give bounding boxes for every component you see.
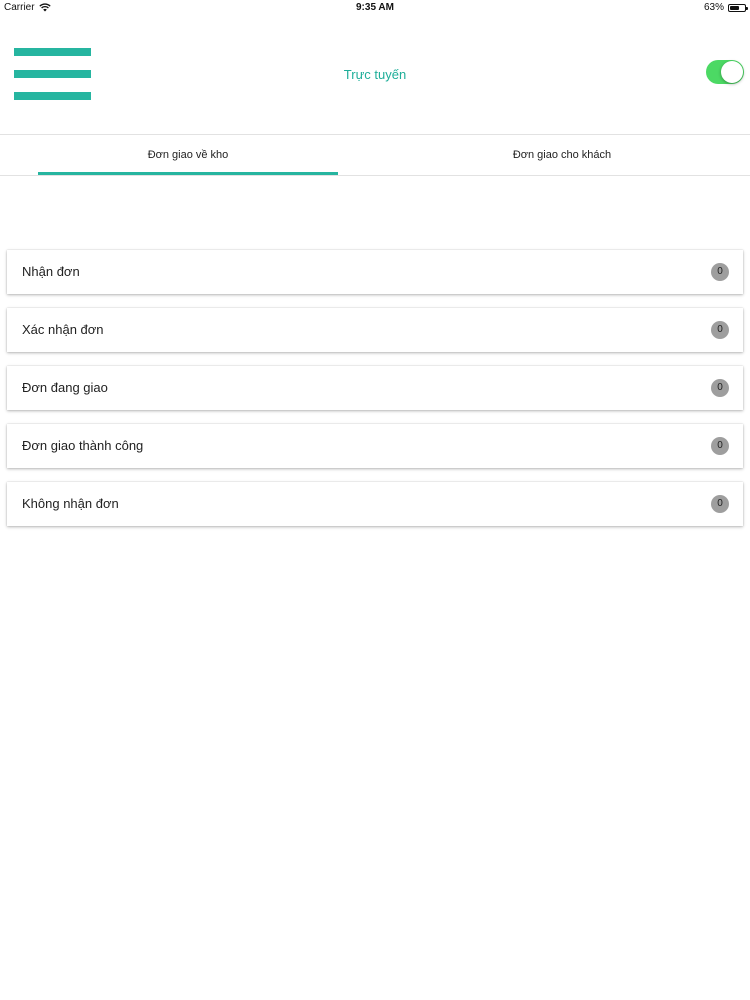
battery-percent: 63% [703,2,724,13]
list-item-label: Xác nhận đơn [22,322,104,337]
toggle-knob [721,61,743,83]
count-badge: 0 [711,495,729,513]
order-tabs: Đơn giao về kho Đơn giao cho khách [0,135,750,176]
list-item-delivering[interactable]: Đơn đang giao 0 [7,366,743,410]
list-item-delivered[interactable]: Đơn giao thành công 0 [7,424,743,468]
menu-bar [14,92,91,100]
battery-indicator: 63% [703,2,748,13]
app-header: Trực tuyến [0,16,750,135]
active-tab-indicator [38,172,338,175]
list-item-confirm-order[interactable]: Xác nhận đơn 0 [7,308,743,352]
count-badge: 0 [711,263,729,281]
tab-customer-delivery[interactable]: Đơn giao cho khách [412,135,712,174]
count-badge: 0 [711,321,729,339]
battery-fill [730,5,739,10]
online-toggle[interactable] [706,60,744,84]
list-item-receive-order[interactable]: Nhận đơn 0 [7,250,743,294]
count-badge: 0 [711,379,729,397]
list-item-label: Đơn giao thành công [22,438,144,453]
count-badge: 0 [711,437,729,455]
list-item-label: Nhận đơn [22,264,80,279]
menu-bar [14,48,91,56]
list-item-label: Đơn đang giao [22,380,108,395]
battery-icon [728,3,748,12]
order-status-list: Nhận đơn 0 Xác nhận đơn 0 Đơn đang giao … [7,250,743,540]
list-item-label: Không nhận đơn [22,496,119,511]
tab-warehouse-delivery[interactable]: Đơn giao về kho [38,135,338,174]
status-bar: Carrier 9:35 AM 63% [0,0,750,16]
online-status-title: Trực tuyến [343,67,407,82]
list-item-rejected[interactable]: Không nhận đơn 0 [7,482,743,526]
clock: 9:35 AM [356,2,394,13]
